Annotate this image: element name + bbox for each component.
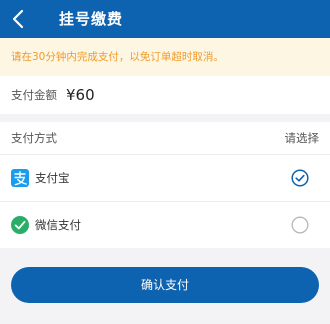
radio-checked-icon[interactable] — [291, 169, 309, 187]
radio-unchecked-icon[interactable] — [291, 216, 309, 234]
amount-value: ¥60 — [66, 86, 95, 104]
header-bar: 挂号缴费 — [0, 0, 330, 38]
alipay-icon — [11, 169, 29, 187]
payment-methods-section: 支付方式 请选择 支付宝 微信支付 — [0, 122, 330, 248]
method-label-alipay: 支付宝 — [35, 171, 70, 185]
payment-amount-row: 支付金额 ¥60 — [0, 76, 330, 114]
timeout-notice: 请在30分钟内完成支付，以免订单超时取消。 — [0, 38, 330, 76]
notice-text: 请在30分钟内完成支付，以免订单超时取消。 — [11, 51, 224, 63]
chevron-left-icon — [12, 9, 24, 29]
back-button[interactable] — [4, 3, 32, 35]
methods-header: 支付方式 请选择 — [0, 122, 330, 155]
payment-method-alipay[interactable]: 支付宝 — [0, 155, 330, 202]
method-label-wechat: 微信支付 — [35, 218, 81, 232]
amount-label: 支付金额 — [11, 88, 57, 102]
methods-hint: 请选择 — [284, 131, 320, 145]
wechat-pay-icon — [11, 216, 29, 234]
confirm-payment-button[interactable]: 确认支付 — [11, 267, 319, 303]
methods-title: 支付方式 — [11, 131, 57, 145]
page-title: 挂号缴费 — [59, 10, 124, 28]
payment-method-wechat[interactable]: 微信支付 — [0, 202, 330, 248]
